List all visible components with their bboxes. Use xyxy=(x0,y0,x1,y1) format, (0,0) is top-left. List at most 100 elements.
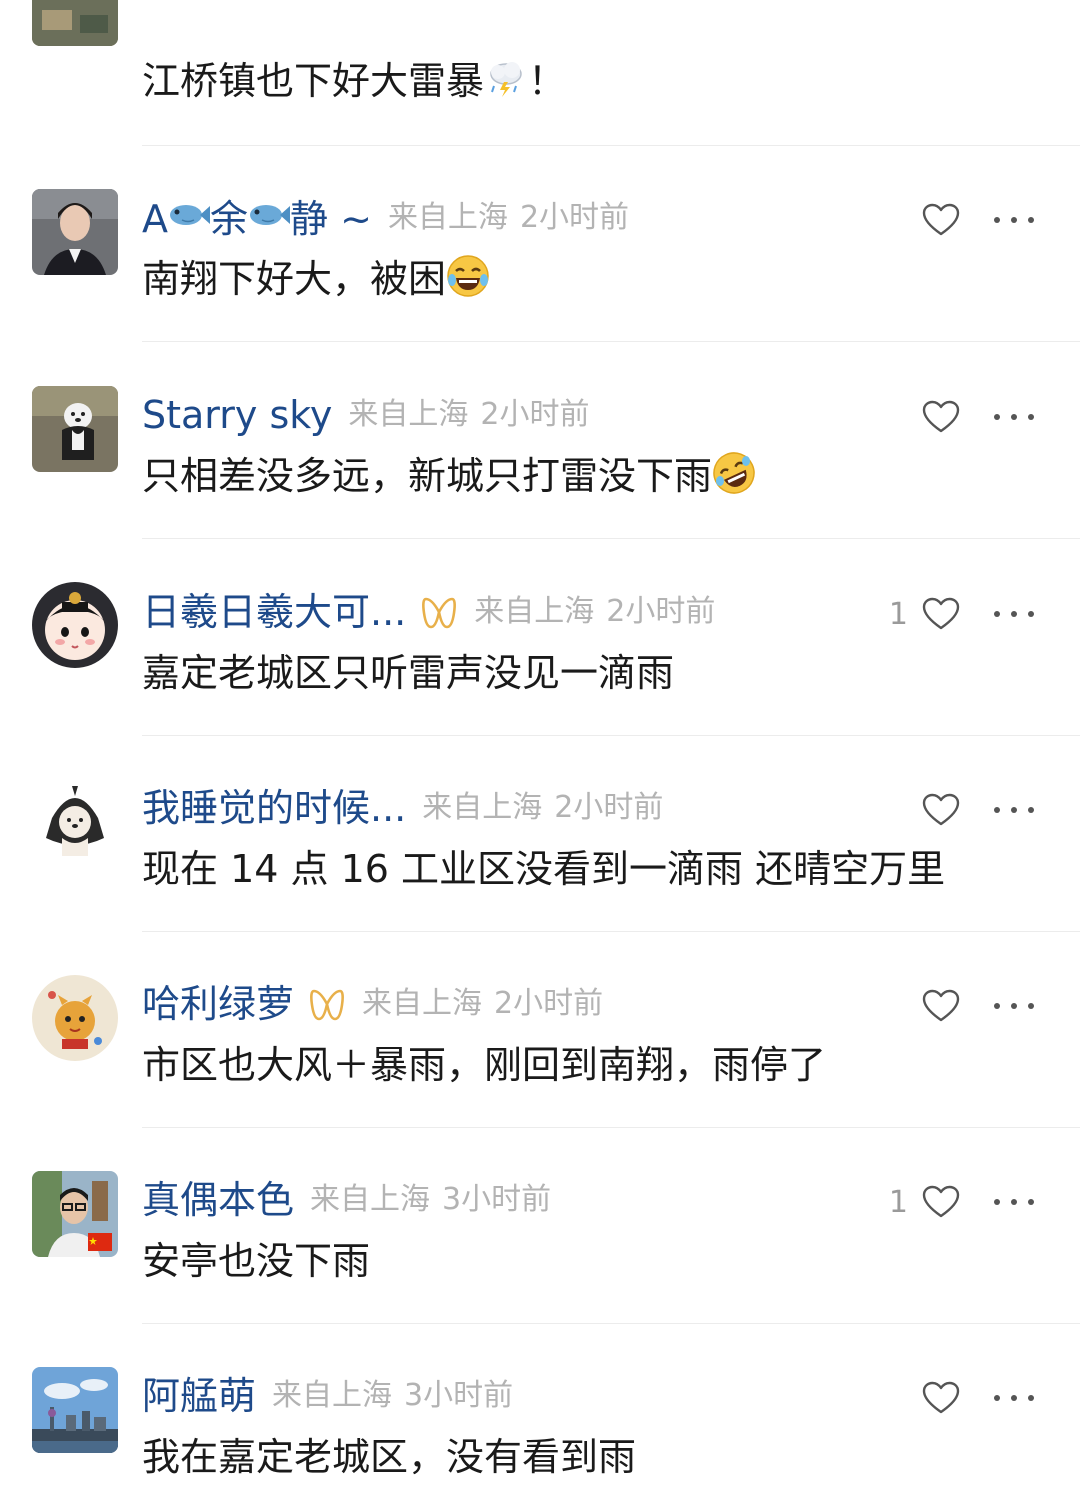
heart-icon xyxy=(922,1185,960,1219)
comment-text-suffix: ！ xyxy=(528,59,567,103)
comment-text-content: 安亭也没下雨 xyxy=(142,1239,371,1283)
like-button[interactable]: 1 xyxy=(889,1177,960,1227)
more-options-button[interactable] xyxy=(994,589,1034,639)
dot-icon xyxy=(994,611,1000,617)
avatar[interactable] xyxy=(32,189,118,275)
timestamp: 2小时前 xyxy=(519,200,630,235)
fan-badge-icon[interactable] xyxy=(308,985,346,1023)
comment-meta: 来自上海 2小时前 xyxy=(388,193,629,243)
dot-icon xyxy=(1011,1199,1017,1205)
dot-icon xyxy=(994,414,1000,420)
username-part: 余 xyxy=(210,197,249,241)
comment-text: 我在嘉定老城区，没有看到雨 xyxy=(142,1430,636,1484)
more-options-button[interactable] xyxy=(994,195,1034,245)
like-button[interactable] xyxy=(908,195,960,245)
fish-emoji-icon xyxy=(168,192,210,225)
comment-text-content: 嘉定老城区只听雷声没见一滴雨 xyxy=(142,651,675,695)
dot-icon xyxy=(1028,807,1034,813)
timestamp: 2小时前 xyxy=(606,594,716,629)
dot-icon xyxy=(1028,1199,1034,1205)
dot-icon xyxy=(1011,611,1017,617)
avatar[interactable] xyxy=(32,0,118,46)
more-options-button[interactable] xyxy=(994,981,1034,1031)
avatar[interactable] xyxy=(32,778,118,864)
avatar[interactable] xyxy=(32,975,118,1061)
dot-icon xyxy=(1028,611,1034,617)
username[interactable]: A余静 ~ xyxy=(142,192,372,244)
like-button[interactable]: 1 xyxy=(889,589,960,639)
dot-icon xyxy=(1028,414,1034,420)
divider xyxy=(142,341,1080,342)
like-count: 1 xyxy=(888,1184,908,1220)
like-button[interactable] xyxy=(908,1373,960,1423)
timestamp: 2小时前 xyxy=(480,397,590,432)
dot-icon xyxy=(1011,414,1017,420)
username[interactable]: 真偶本色 xyxy=(142,1175,294,1225)
location: 来自上海 xyxy=(422,790,543,825)
comment-text: 嘉定老城区只听雷声没见一滴雨 xyxy=(142,646,674,700)
more-options-button[interactable] xyxy=(994,1373,1034,1423)
timestamp: 2小时前 xyxy=(554,790,664,825)
like-button[interactable] xyxy=(908,392,960,442)
timestamp: 3小时前 xyxy=(442,1182,552,1217)
heart-icon xyxy=(922,989,960,1023)
dot-icon xyxy=(994,1003,1000,1009)
location: 来自上海 xyxy=(362,986,483,1021)
heart-icon xyxy=(922,400,960,434)
comment-text-content: 江桥镇也下好大雷暴 xyxy=(142,59,485,103)
timestamp: 3小时前 xyxy=(404,1378,514,1413)
location: 来自上海 xyxy=(474,594,595,629)
rolling-laughing-emoji-icon xyxy=(712,451,756,495)
divider xyxy=(142,931,1080,932)
username[interactable]: 我睡觉的时候... xyxy=(142,783,406,833)
dot-icon xyxy=(1011,217,1017,223)
username[interactable]: 阿艋萌 xyxy=(142,1371,256,1421)
dot-icon xyxy=(994,807,1000,813)
divider xyxy=(142,538,1080,539)
dot-icon xyxy=(1028,1003,1034,1009)
location: 来自上海 xyxy=(310,1182,431,1217)
comment-meta: 来自上海 2小时前 xyxy=(348,390,589,440)
location: 来自上海 xyxy=(272,1378,393,1413)
avatar[interactable] xyxy=(32,386,118,472)
username[interactable]: 日羲日羲大可... xyxy=(142,587,406,637)
avatar[interactable] xyxy=(32,582,118,668)
comment-text-content: 我在嘉定老城区，没有看到雨 xyxy=(142,1435,637,1479)
heart-icon xyxy=(922,1381,960,1415)
like-count: 1 xyxy=(888,596,908,632)
comment-text-content: 只相差没多远，新城只打雷没下雨 xyxy=(142,454,713,498)
username[interactable]: 哈利绿萝 xyxy=(142,979,294,1029)
dot-icon xyxy=(994,217,1000,223)
laughing-crying-emoji-icon xyxy=(446,254,490,298)
more-options-button[interactable] xyxy=(994,785,1034,835)
location: 来自上海 xyxy=(348,397,469,432)
username[interactable]: Starry sky xyxy=(142,390,332,440)
username-part: A xyxy=(142,197,168,241)
dot-icon xyxy=(994,1199,1000,1205)
avatar[interactable] xyxy=(32,1171,118,1257)
heart-icon xyxy=(922,597,960,631)
comment-text-content: 市区也大风＋暴雨，刚回到南翔，雨停了 xyxy=(142,1043,827,1087)
heart-icon xyxy=(922,793,960,827)
like-button[interactable] xyxy=(908,785,960,835)
more-options-button[interactable] xyxy=(994,1177,1034,1227)
comment-meta: 来自上海 2小时前 xyxy=(474,587,715,637)
like-button[interactable] xyxy=(908,981,960,1031)
comment-header: 真偶本色 来自上海 3小时前 xyxy=(142,1175,551,1225)
divider xyxy=(142,1127,1080,1128)
fan-badge-icon[interactable] xyxy=(420,593,458,631)
dot-icon xyxy=(1011,1003,1017,1009)
timestamp: 2小时前 xyxy=(494,986,604,1021)
comment-meta: 来自上海 3小时前 xyxy=(310,1175,551,1225)
comment-text: 市区也大风＋暴雨，刚回到南翔，雨停了 xyxy=(142,1038,826,1092)
divider xyxy=(142,1323,1080,1324)
avatar[interactable] xyxy=(32,1367,118,1453)
comment-meta: 来自上海 3小时前 xyxy=(272,1371,513,1421)
comment-text-content: 南翔下好大，被困 xyxy=(142,257,447,301)
heart-icon xyxy=(922,203,960,237)
fish-emoji-icon xyxy=(248,192,291,225)
comment-header: 日羲日羲大可... 来自上海 2小时前 xyxy=(142,587,715,637)
more-options-button[interactable] xyxy=(994,392,1034,442)
comment-header: 我睡觉的时候... 来自上海 2小时前 xyxy=(142,783,663,833)
comment-text: 安亭也没下雨 xyxy=(142,1234,370,1288)
